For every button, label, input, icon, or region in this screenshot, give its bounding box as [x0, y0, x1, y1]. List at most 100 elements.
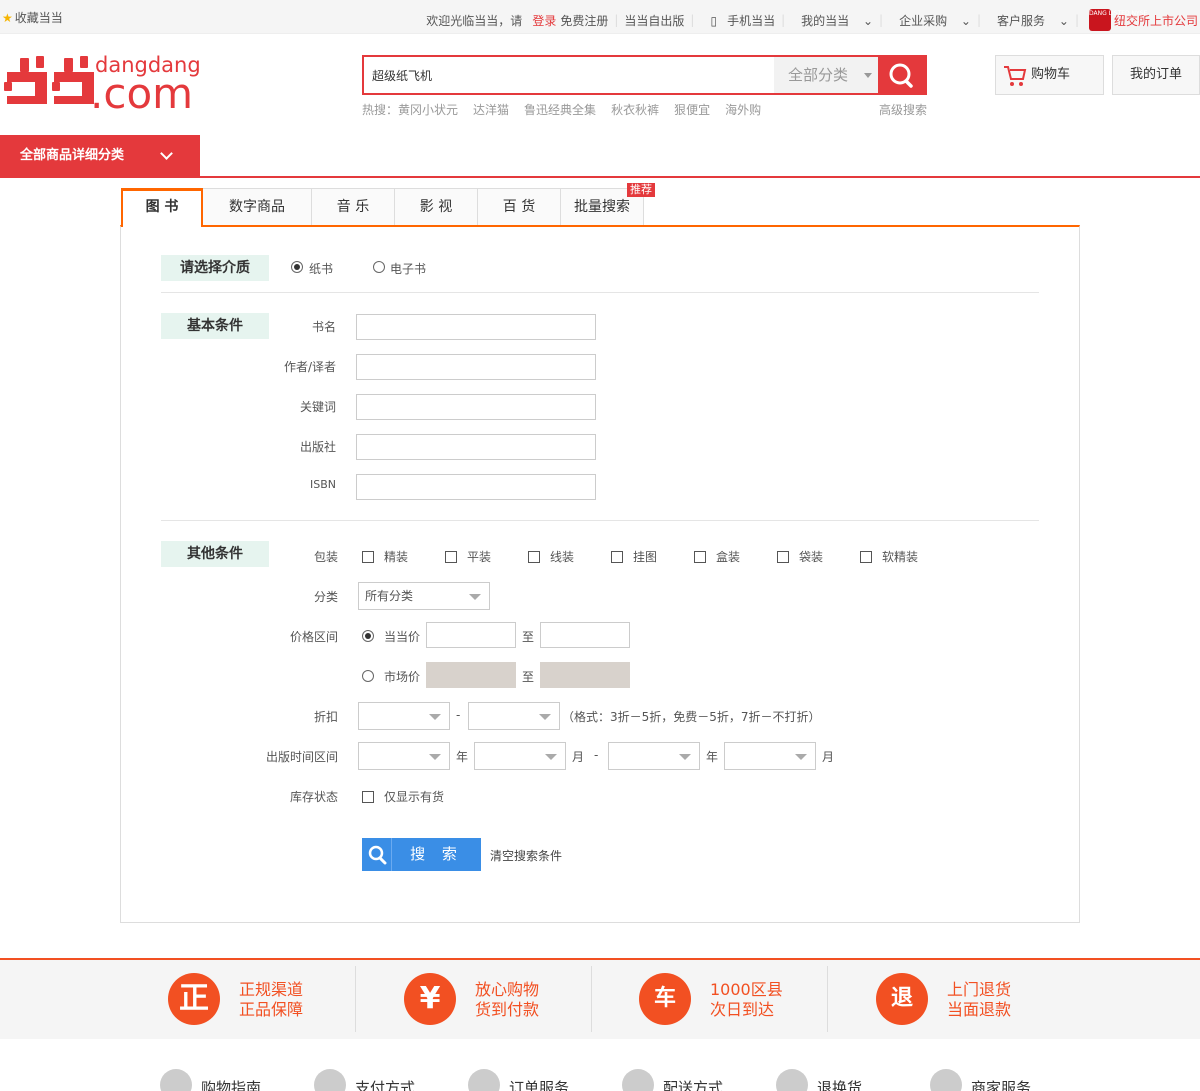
- pubdate-label: 出版时间区间: [265, 750, 338, 764]
- form-search-button[interactable]: 搜 索: [362, 838, 481, 871]
- price-current-radio[interactable]: [362, 630, 374, 642]
- binding-checkbox[interactable]: [445, 551, 457, 563]
- binding-option-label: 挂图: [633, 550, 658, 564]
- price-market-label: 市场价: [384, 670, 421, 684]
- binding-label: 包装: [313, 550, 338, 564]
- assurance-bar: 正 正规渠道 正品保障 ¥ 放心购物 货到付款 车 1000区县 次日到达 退 上门退…: [0, 958, 1200, 1039]
- discount-max-select[interactable]: [468, 702, 560, 730]
- tab-batch-search[interactable]: 批量搜索 推荐: [561, 183, 655, 226]
- login-link[interactable]: 登录: [532, 14, 556, 28]
- basic-section-title: 基本条件: [161, 313, 269, 339]
- hot-search-words: 热搜： 黄冈小状元 达洋猫 鲁迅经典全集 秋衣秋裤 狠便宜 海外购: [362, 101, 776, 118]
- hot-word[interactable]: 黄冈小状元: [398, 101, 458, 118]
- binding-checkbox[interactable]: [611, 551, 623, 563]
- dash-label: -: [456, 708, 461, 722]
- enterprise-menu[interactable]: 企业采购 ⌄: [889, 12, 971, 29]
- price-market-min-input[interactable]: [426, 662, 516, 688]
- all-categories-menu[interactable]: 全部商品详细分类: [0, 135, 200, 176]
- hot-word[interactable]: 鲁迅经典全集: [524, 101, 596, 118]
- hot-word[interactable]: 达洋猫: [473, 101, 509, 118]
- binding-option-label: 线装: [550, 550, 575, 564]
- category-strip: 全部商品详细分类: [0, 135, 1200, 178]
- other-section-title: 其他条件: [161, 541, 269, 567]
- price-market-radio[interactable]: [362, 670, 374, 682]
- stock-label: 库存状态: [289, 790, 338, 804]
- discount-label: 折扣: [313, 710, 338, 724]
- price-current-max-input[interactable]: [540, 622, 630, 648]
- tab-digital[interactable]: 数字商品: [203, 188, 312, 226]
- register-link[interactable]: 免费注册: [560, 12, 608, 29]
- self-publish-link[interactable]: 当当自出版: [624, 12, 684, 29]
- divider: [161, 520, 1039, 521]
- discount-min-select[interactable]: [358, 702, 450, 730]
- search-button[interactable]: [878, 57, 925, 93]
- divider: |: [614, 13, 619, 27]
- divider: |: [781, 13, 786, 27]
- hot-word[interactable]: 秋衣秋裤: [611, 101, 659, 118]
- price-market-max-input[interactable]: [540, 662, 630, 688]
- clear-conditions-link[interactable]: 清空搜索条件: [490, 847, 562, 864]
- logo-text-bottom: .com: [90, 69, 194, 118]
- favorite-link[interactable]: ★ 收藏当当: [2, 9, 63, 26]
- pubdate-end-month-select[interactable]: [724, 742, 816, 770]
- category-select[interactable]: 所有分类: [358, 582, 490, 610]
- medium-section-title: 请选择介质: [161, 255, 269, 281]
- book-title-input[interactable]: [356, 314, 596, 340]
- my-dangdang-menu[interactable]: 我的当当 ⌄: [791, 12, 873, 29]
- service-menu[interactable]: 客户服务 ⌄: [987, 12, 1069, 29]
- divider: [827, 966, 828, 1032]
- divider: [161, 292, 1039, 293]
- cart-button[interactable]: 购物车: [995, 55, 1104, 95]
- binding-option-label: 软精装: [882, 550, 919, 564]
- author-label: 作者/译者: [283, 360, 336, 374]
- dangdang-logo[interactable]: dangdang .com: [4, 52, 201, 118]
- divider: |: [976, 13, 982, 27]
- medium-ebook-label: 电子书: [390, 262, 427, 276]
- medium-ebook-radio[interactable]: [373, 261, 385, 273]
- medium-paper-radio[interactable]: [291, 261, 303, 273]
- hot-word[interactable]: 狠便宜: [674, 101, 710, 118]
- author-input[interactable]: [356, 354, 596, 380]
- advanced-search-link[interactable]: 高级搜索: [879, 101, 927, 118]
- tab-video[interactable]: 影 视: [395, 188, 478, 226]
- year-label: 年: [456, 750, 469, 764]
- binding-checkbox[interactable]: [860, 551, 872, 563]
- mobile-link[interactable]: ▯ 手机当当: [700, 12, 775, 29]
- listed-link[interactable]: 纽交所上市公司: [1114, 12, 1198, 29]
- binding-checkbox[interactable]: [694, 551, 706, 563]
- in-stock-label: 仅显示有货: [384, 790, 445, 804]
- pubdate-start-year-select[interactable]: [358, 742, 450, 770]
- search-icon: [362, 838, 392, 871]
- search-category-select[interactable]: 全部分类: [774, 57, 880, 93]
- box-icon: [776, 1069, 808, 1091]
- binding-checkbox[interactable]: [362, 551, 374, 563]
- hot-word[interactable]: 海外购: [725, 101, 761, 118]
- dash-label: -: [594, 748, 599, 762]
- price-current-min-input[interactable]: [426, 622, 516, 648]
- search-input[interactable]: [364, 57, 772, 93]
- discount-hint: （格式：3折－5折，免费－5折，7折－不打折）: [562, 710, 821, 724]
- phone-icon: ▯: [710, 13, 718, 28]
- binding-checkbox[interactable]: [777, 551, 789, 563]
- binding-checkbox[interactable]: [528, 551, 540, 563]
- keyword-input[interactable]: [356, 394, 596, 420]
- my-orders-button[interactable]: 我的订单: [1112, 55, 1200, 95]
- month-label: 月: [822, 750, 835, 764]
- publisher-input[interactable]: [356, 434, 596, 460]
- price-current-label: 当当价: [384, 630, 421, 644]
- pubdate-end-year-select[interactable]: [608, 742, 700, 770]
- tab-books[interactable]: 图 书: [121, 188, 203, 227]
- month-label: 月: [572, 750, 585, 764]
- triangle-down-icon: [864, 73, 872, 78]
- top-bar: ★ 收藏当当 欢迎光临当当，请 登录 免费注册 | 当当自出版 | ▯ 手机当当 | …: [0, 0, 1200, 34]
- delivery-truck-icon: 车: [639, 973, 691, 1025]
- chevron-down-icon: ⌄: [960, 13, 971, 28]
- tab-general-goods[interactable]: 百 货: [478, 188, 561, 226]
- divider: |: [690, 13, 695, 27]
- pubdate-start-month-select[interactable]: [474, 742, 566, 770]
- isbn-input[interactable]: [356, 474, 596, 500]
- in-stock-checkbox[interactable]: [362, 791, 374, 803]
- tab-music[interactable]: 音 乐: [312, 188, 395, 226]
- medium-paper-label: 纸书: [309, 262, 334, 276]
- to-label: 至: [522, 630, 535, 644]
